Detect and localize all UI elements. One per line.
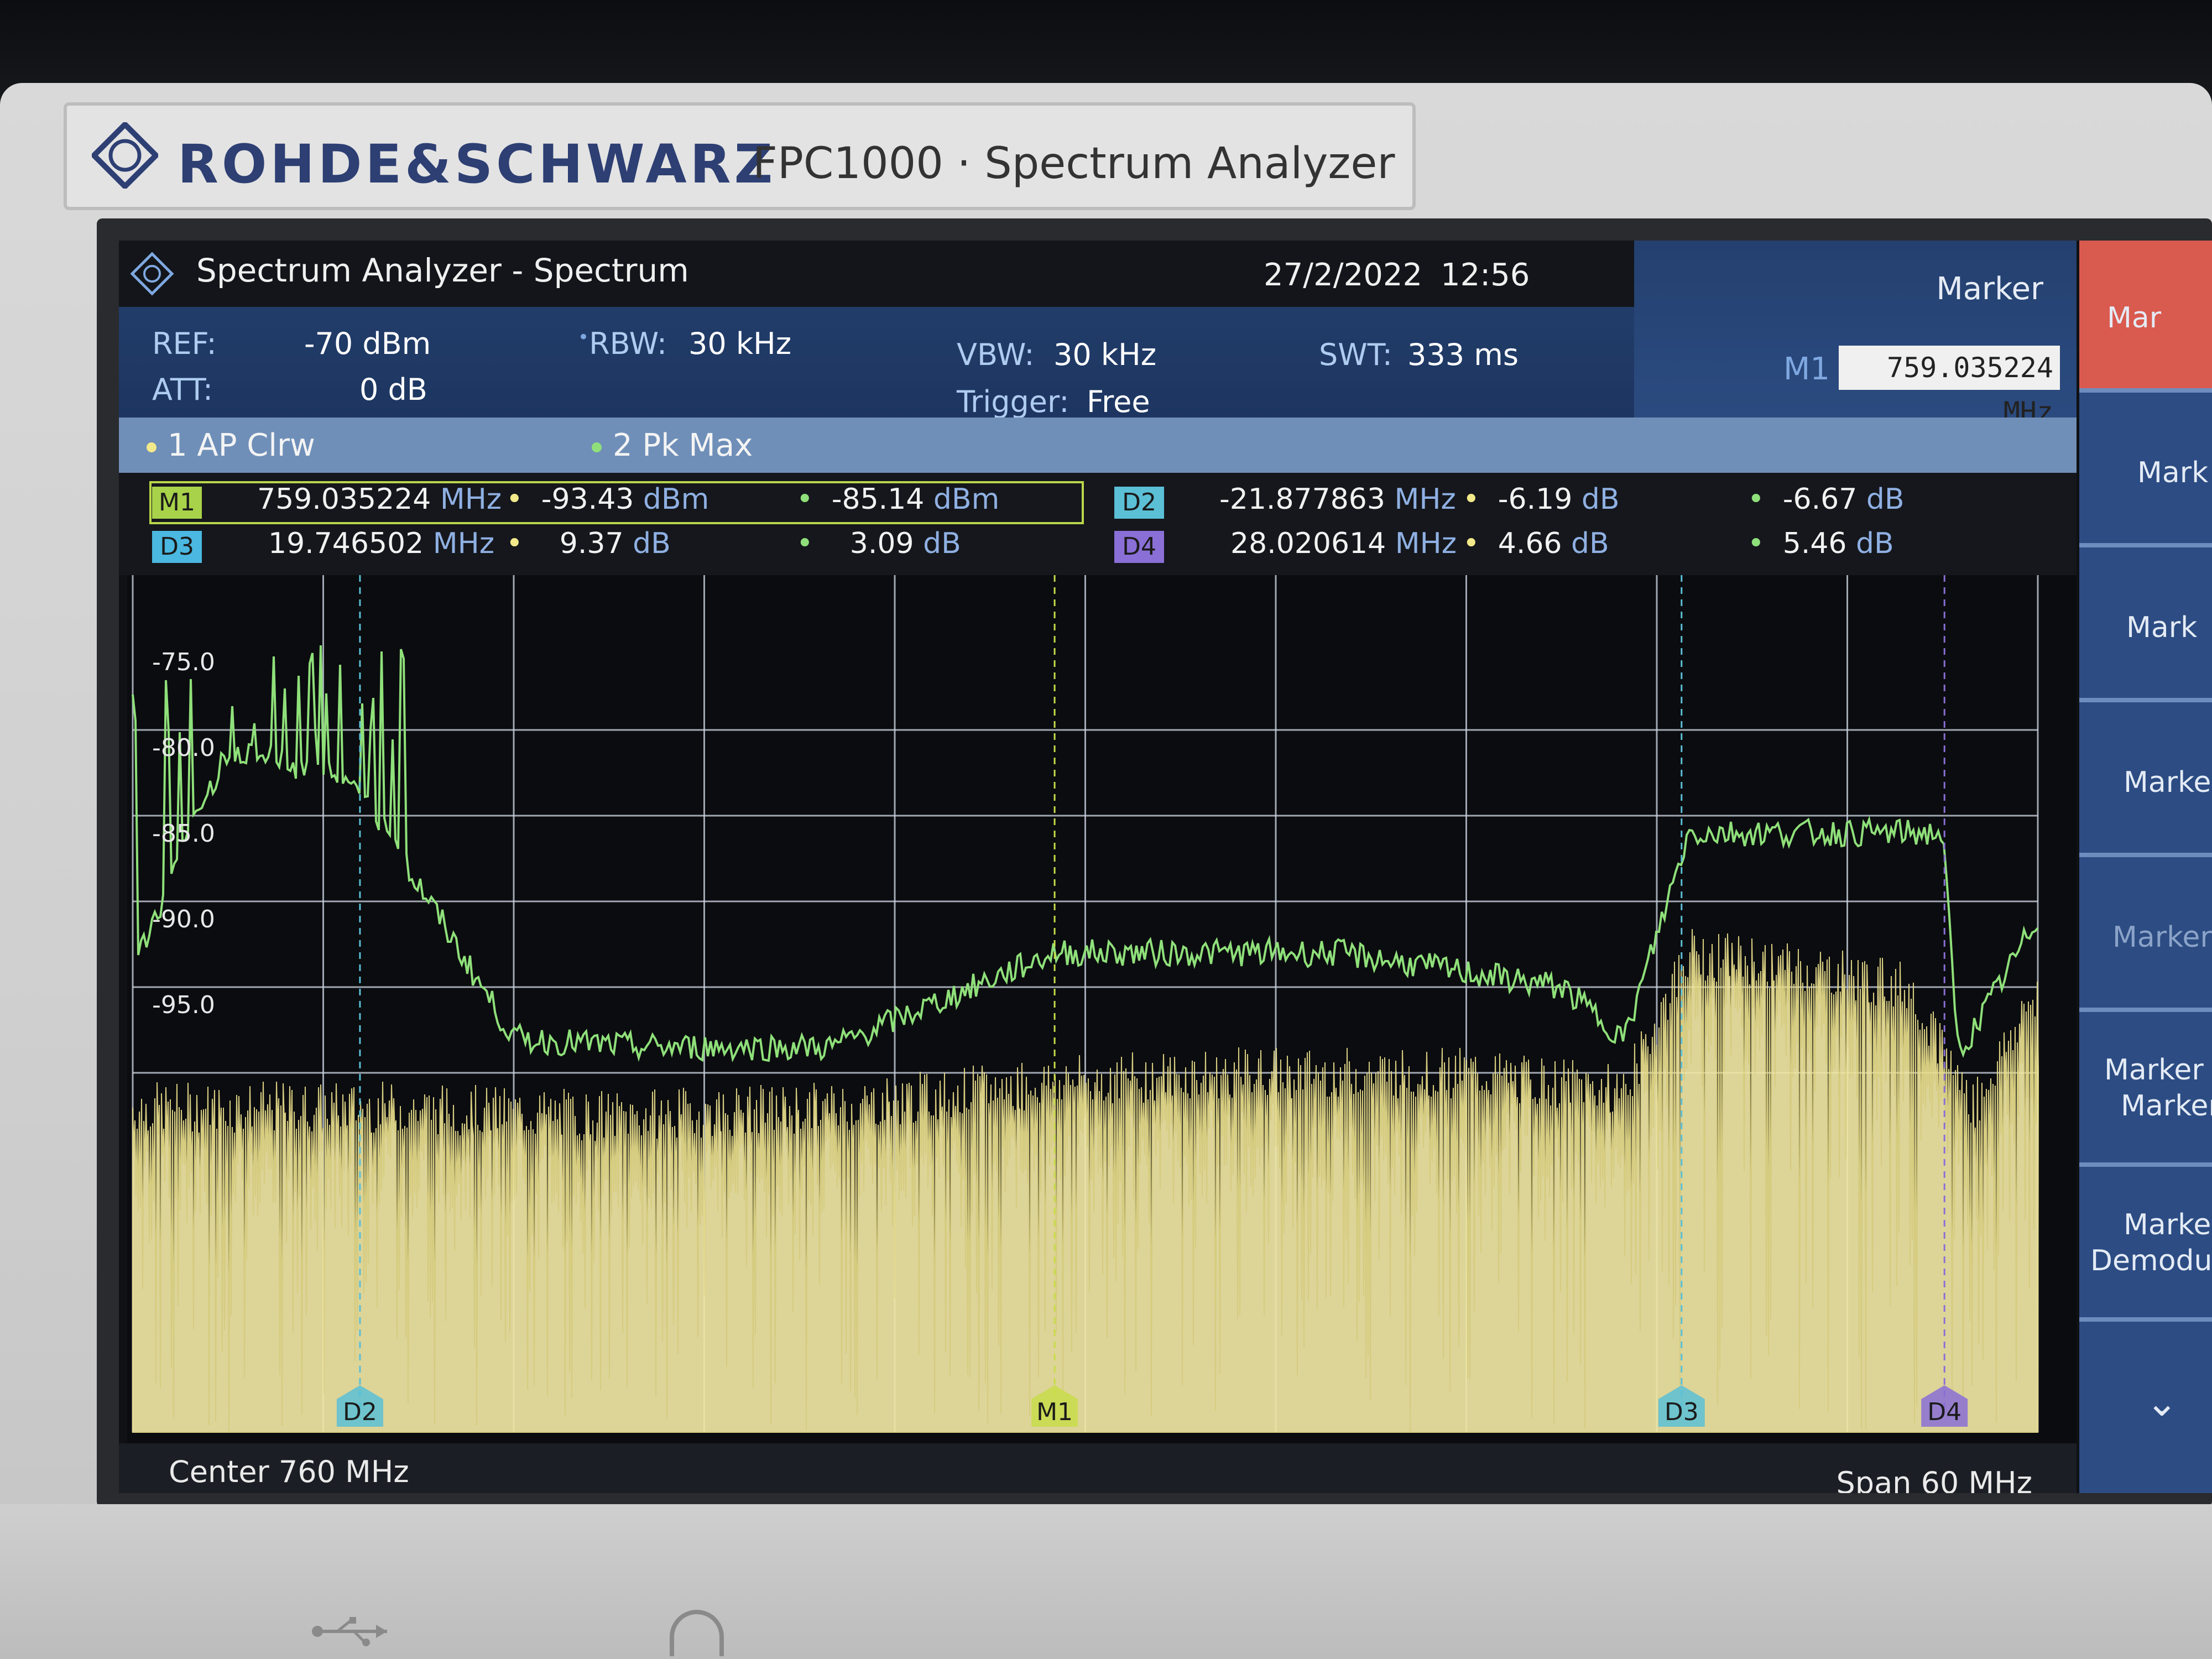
- marker-d2-frequency: -21.877863 MHz: [1219, 483, 1456, 516]
- marker-m1-trace1-value: • -93.43 dBm: [506, 483, 709, 516]
- trigger-label: Trigger:: [957, 384, 1070, 419]
- brand-name: ROHDE&SCHWARZ: [178, 133, 776, 195]
- marker-d4-trace2-dot-icon: •: [1747, 527, 1765, 560]
- usb-icon: [312, 1617, 387, 1646]
- y-tick-label: -75.0: [152, 648, 215, 676]
- marker-d4-trace1-value: • 4.66 dB: [1463, 527, 1609, 560]
- model-name: FPC1000 · Spectrum Analyzer: [753, 139, 1395, 189]
- rbw-value[interactable]: 30 kHz: [688, 326, 791, 361]
- marker-d4-frequency: 28.020614 MHz: [1230, 527, 1457, 560]
- marker-flag-label: M1: [1036, 1398, 1073, 1426]
- marker-flag-label: D4: [1927, 1398, 1961, 1426]
- m1-field-label: M1: [1783, 351, 1830, 387]
- center-frequency[interactable]: Center 760 MHz: [169, 1454, 409, 1489]
- marker-panel-header: Marker M1 759.035224 MHz: [1634, 241, 2077, 428]
- span-frequency[interactable]: Span 60 MHz: [1837, 1465, 2032, 1493]
- marker-d4-trace2-value: • 5.46 dB: [1747, 527, 1894, 560]
- marker-flag-label: D2: [343, 1398, 377, 1426]
- spectrum-chart[interactable]: D2 M1 D3 D4: [127, 575, 2077, 1443]
- rbw-coupling-dot-icon: •: [578, 326, 589, 348]
- marker-d3-trace1-value: • 9.37 dB: [506, 527, 671, 560]
- marker-badge-d3[interactable]: D3: [152, 531, 202, 563]
- marker-d2-trace2-dot-icon: •: [1747, 483, 1765, 516]
- time-display: 12:56: [1441, 257, 1530, 293]
- y-tick-label: -85.0: [152, 820, 215, 848]
- y-tick-label: -95.0: [152, 991, 215, 1019]
- app-title: Spectrum Analyzer - Spectrum: [196, 252, 689, 289]
- marker-d4-trace1-dot-icon: •: [1463, 527, 1480, 560]
- att-value[interactable]: 0 dB: [359, 372, 427, 407]
- trace-1-status[interactable]: 1 AP Clrw: [147, 427, 315, 463]
- marker-d2-trace1-value: • -6.19 dB: [1463, 483, 1620, 516]
- marker-m1-frequency: 759.035224 MHz: [257, 483, 502, 516]
- marker-d2-trace1-dot-icon: •: [1463, 483, 1480, 516]
- softkey-3[interactable]: Mark: [2079, 550, 2212, 702]
- softkey-5: Marker: [2079, 860, 2212, 1012]
- frequency-footer: Center 760 MHz Span 60 MHz: [119, 1443, 2077, 1493]
- trace-status-row: 1 AP Clrw 2 Pk Max: [119, 418, 2077, 473]
- app-logo-icon: [130, 252, 174, 296]
- softkey-more[interactable]: ⌄: [2079, 1324, 2212, 1477]
- spectrum-plot-area[interactable]: D2 M1 D3 D4 -75.0 -80.0 -85.0 -90.0 -95.0: [127, 575, 2077, 1443]
- marker-d2-trace2-value: • -6.67 dB: [1747, 483, 1905, 516]
- softkey-1[interactable]: Mar: [2079, 241, 2212, 393]
- trace-2-dot-icon: [592, 442, 602, 452]
- marker-badge-m1[interactable]: M1: [152, 487, 202, 519]
- att-label: ATT:: [152, 372, 213, 407]
- display-screen: Spectrum Analyzer - Spectrum 27/2/2022 1…: [119, 241, 2212, 1493]
- marker-m1-trace2-value: • -85.14 dBm: [796, 483, 1000, 516]
- marker-d3-trace2-dot-icon: •: [796, 527, 813, 560]
- marker-d3-frequency: 19.746502 MHz: [268, 527, 494, 560]
- headphone-icon: [670, 1610, 724, 1656]
- rbw-label: •RBW:: [578, 326, 667, 361]
- softkey-6[interactable]: Marker MMarker: [2079, 1015, 2212, 1167]
- swt-value[interactable]: 333 ms: [1407, 337, 1519, 372]
- marker-d3-trace2-value: • 3.09 dB: [796, 527, 961, 560]
- chevron-down-icon: ⌄: [2146, 1380, 2178, 1425]
- trace-2-status[interactable]: 2 Pk Max: [592, 427, 753, 463]
- trace-1-dot-icon: [147, 442, 156, 452]
- brand-plate: ROHDE&SCHWARZ FPC1000 · Spectrum Analyze…: [64, 102, 1416, 210]
- marker-table: M1 759.035224 MHz • -93.43 dBm • -85.14 …: [119, 473, 2077, 575]
- marker-flag-label: D3: [1665, 1398, 1699, 1426]
- vbw-label: VBW:: [957, 337, 1035, 372]
- softkey-2[interactable]: Mark: [2079, 395, 2212, 547]
- marker-d3-trace1-dot-icon: •: [506, 527, 523, 560]
- m1-frequency-input[interactable]: 759.035224 MHz: [1839, 346, 2060, 428]
- rohde-schwarz-logo-icon: [92, 122, 158, 189]
- softkey-4[interactable]: Marke: [2079, 705, 2212, 857]
- vbw-value[interactable]: 30 kHz: [1053, 337, 1156, 372]
- ref-label: REF:: [152, 326, 217, 361]
- marker-m1-trace2-dot-icon: •: [796, 483, 813, 516]
- y-tick-label: -80.0: [152, 734, 215, 762]
- date-display: 27/2/2022: [1264, 257, 1423, 293]
- marker-panel-title: Marker: [1936, 271, 2043, 307]
- marker-badge-d4[interactable]: D4: [1114, 531, 1164, 563]
- y-tick-label: -90.0: [152, 905, 215, 933]
- ref-value[interactable]: -70 dBm: [304, 326, 431, 361]
- swt-label: SWT:: [1319, 337, 1392, 372]
- marker-m1-trace1-dot-icon: •: [506, 483, 523, 516]
- marker-badge-d2[interactable]: D2: [1114, 487, 1164, 519]
- softkey-panel: Mar Mark Mark Marke Marker Marker MMarke…: [2079, 241, 2212, 1493]
- softkey-7[interactable]: MarkeDemodula: [2079, 1170, 2212, 1322]
- trigger-value[interactable]: Free: [1087, 384, 1150, 419]
